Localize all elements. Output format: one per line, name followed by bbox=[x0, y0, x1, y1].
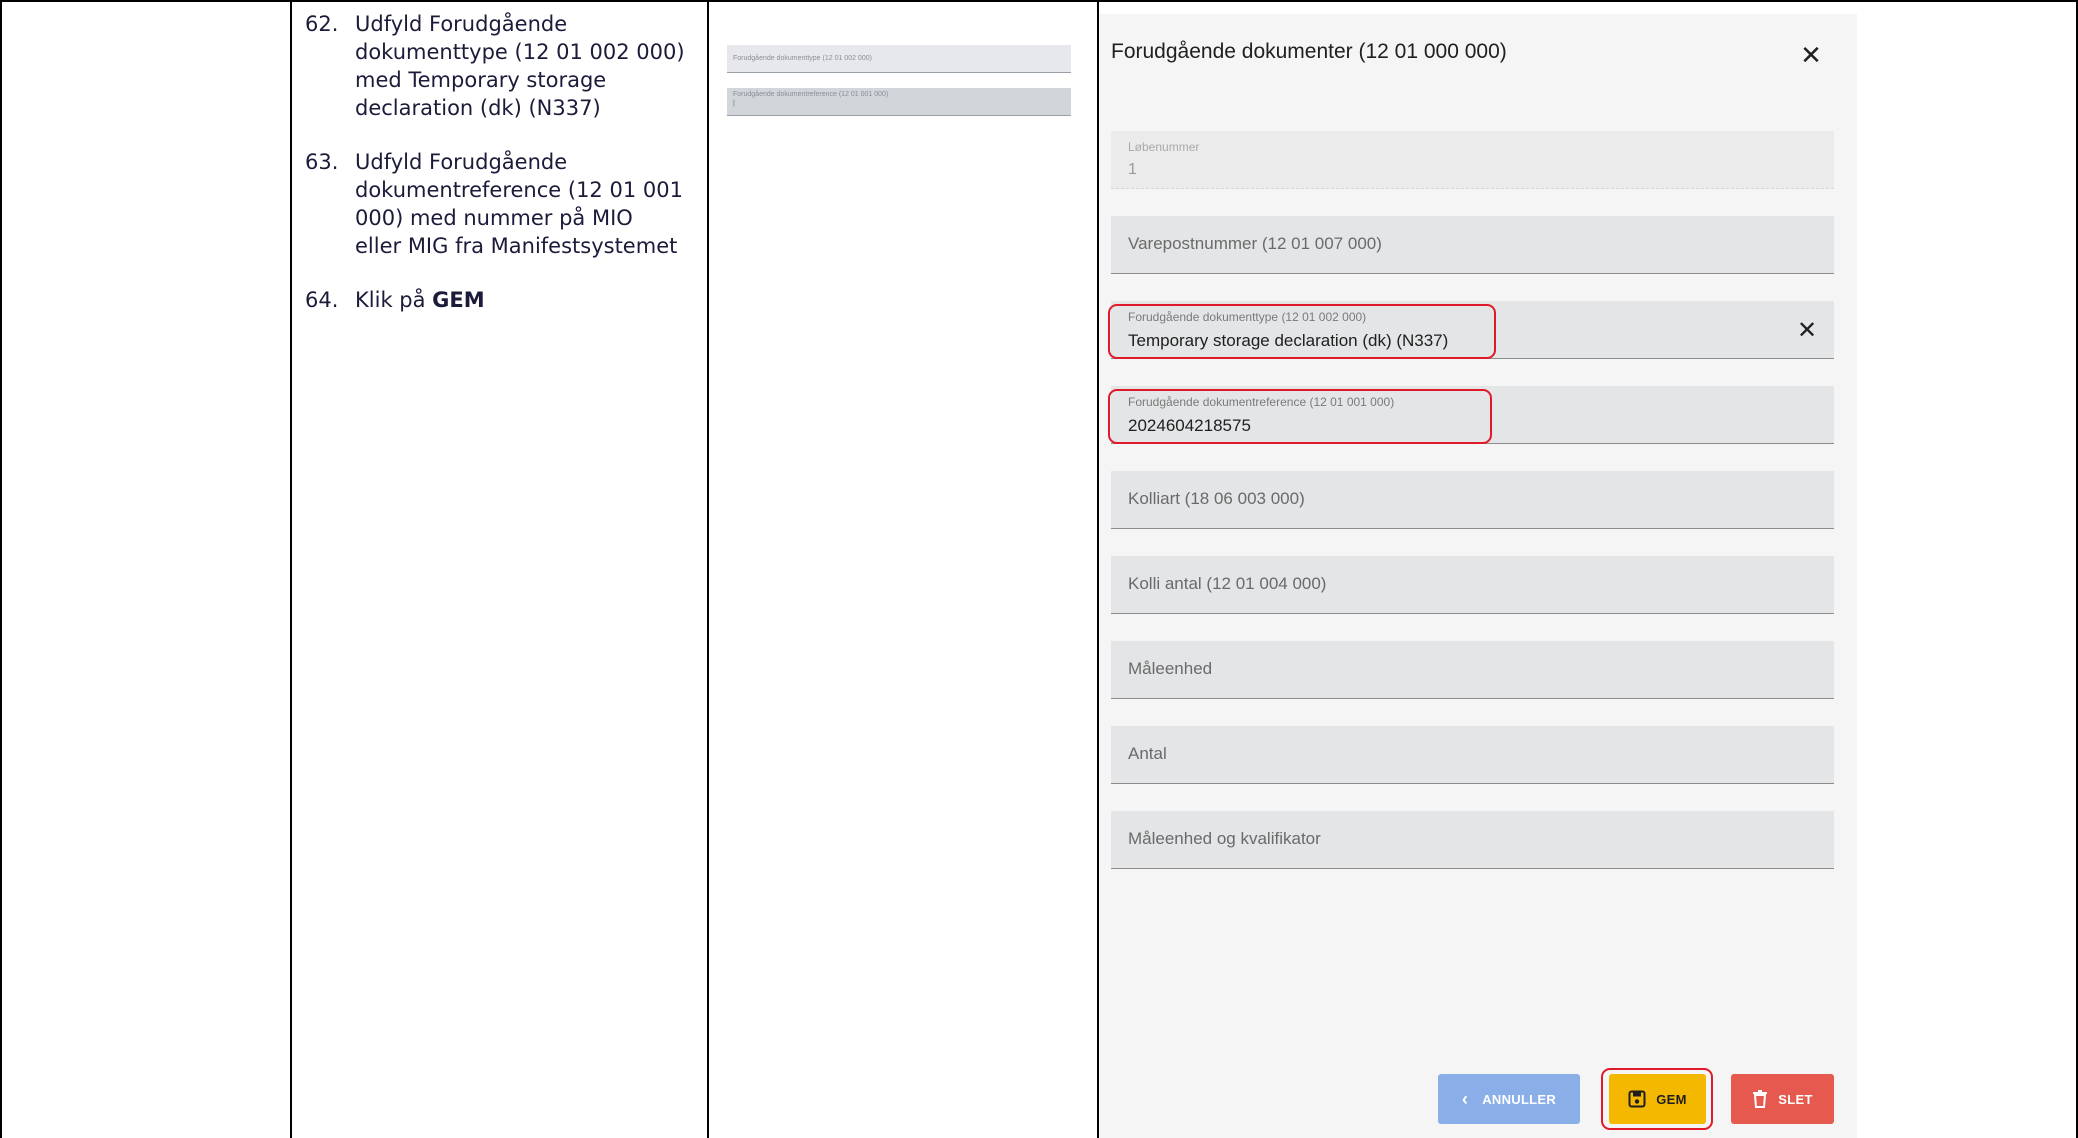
kolliart-select[interactable]: Kolliart (18 06 003 000) bbox=[1111, 471, 1834, 529]
antal-field[interactable]: Antal bbox=[1111, 726, 1834, 784]
thumbnail-field-cursor: | bbox=[733, 100, 735, 107]
table-border-left bbox=[0, 0, 2, 1138]
save-button-label: GEM bbox=[1656, 1091, 1687, 1107]
field-value: Temporary storage declaration (dk) (N337… bbox=[1128, 331, 1449, 350]
instruction-step: 63. Udfyld Forudgående dokumentreference… bbox=[305, 148, 695, 260]
field-value: 2024604218575 bbox=[1128, 416, 1251, 435]
kolli-antal-field[interactable]: Kolli antal (12 01 004 000) bbox=[1111, 556, 1834, 614]
field-label: Forudgående dokumenttype (12 01 002 000) bbox=[1128, 310, 1367, 324]
dokumentreference-field[interactable]: Forudgående dokumentreference (12 01 001… bbox=[1111, 386, 1834, 444]
field-label: Løbenummer bbox=[1128, 140, 1200, 154]
instruction-step: 64. Klik på GEM bbox=[305, 286, 695, 314]
step-text-prefix: Klik på bbox=[355, 288, 426, 312]
field-value: 1 bbox=[1128, 161, 1137, 178]
dokumenttype-select[interactable]: Forudgående dokumenttype (12 01 002 000)… bbox=[1111, 301, 1834, 359]
field-placeholder: Varepostnummer (12 01 007 000) bbox=[1128, 234, 1382, 253]
step-number: 64. bbox=[305, 288, 339, 312]
floppy-disk-icon bbox=[1628, 1090, 1646, 1108]
thumbnail-field-label: Forudgående dokumentreference (12 01 001… bbox=[733, 91, 889, 98]
field-placeholder: Måleenhed bbox=[1128, 659, 1213, 678]
step-text: Klik på GEM bbox=[355, 286, 695, 314]
lobenummer-field: Løbenummer 1 bbox=[1111, 131, 1834, 189]
step-number: 63. bbox=[305, 150, 339, 174]
close-icon[interactable]: ✕ bbox=[1795, 39, 1827, 71]
table-column-divider bbox=[290, 0, 292, 1138]
save-button[interactable]: GEM bbox=[1609, 1074, 1706, 1124]
instruction-steps: 62. Udfyld Forudgående dokumenttype (12 … bbox=[305, 10, 695, 340]
instruction-step: 62. Udfyld Forudgående dokumenttype (12 … bbox=[305, 10, 695, 122]
dialog-title: Forudgående dokumenter (12 01 000 000) bbox=[1111, 40, 1507, 63]
clear-icon[interactable]: ✕ bbox=[1792, 315, 1822, 345]
field-placeholder: Antal bbox=[1128, 744, 1167, 763]
delete-button[interactable]: SLET bbox=[1731, 1074, 1834, 1124]
chevron-left-icon: ‹ bbox=[1461, 1088, 1469, 1109]
step-text: Udfyld Forudgående dokumenttype (12 01 0… bbox=[355, 12, 685, 120]
field-placeholder: Kolliart (18 06 003 000) bbox=[1128, 489, 1305, 508]
table-column-divider bbox=[707, 0, 709, 1138]
thumbnail-field-dokumenttype: Forudgående dokumenttype (12 01 002 000) bbox=[727, 45, 1071, 73]
thumbnail-field-dokumentreference: Forudgående dokumentreference (12 01 001… bbox=[727, 88, 1071, 116]
maaleenhed-select[interactable]: Måleenhed bbox=[1111, 641, 1834, 699]
delete-button-label: SLET bbox=[1778, 1091, 1813, 1107]
cancel-button[interactable]: ‹ ANNULLER bbox=[1438, 1074, 1580, 1124]
varepostnummer-field[interactable]: Varepostnummer (12 01 007 000) bbox=[1111, 216, 1834, 274]
field-placeholder: Kolli antal (12 01 004 000) bbox=[1128, 574, 1327, 593]
field-placeholder: Måleenhed og kvalifikator bbox=[1128, 829, 1321, 848]
thumbnail-field-label: Forudgående dokumenttype (12 01 002 000) bbox=[733, 55, 872, 62]
cancel-button-label: ANNULLER bbox=[1482, 1091, 1557, 1107]
maaleenhed-kvalifikator-select[interactable]: Måleenhed og kvalifikator bbox=[1111, 811, 1834, 869]
trash-icon bbox=[1752, 1090, 1768, 1108]
table-border-top bbox=[0, 0, 2078, 2]
field-label: Forudgående dokumentreference (12 01 001… bbox=[1128, 395, 1395, 409]
forudgaaende-dokumenter-dialog: Forudgående dokumenter (12 01 000 000) ✕… bbox=[1099, 14, 1857, 1138]
step-number: 62. bbox=[305, 12, 339, 36]
step-text: Udfyld Forudgående dokumentreference (12… bbox=[355, 150, 683, 258]
step-text-bold: GEM bbox=[432, 288, 485, 312]
